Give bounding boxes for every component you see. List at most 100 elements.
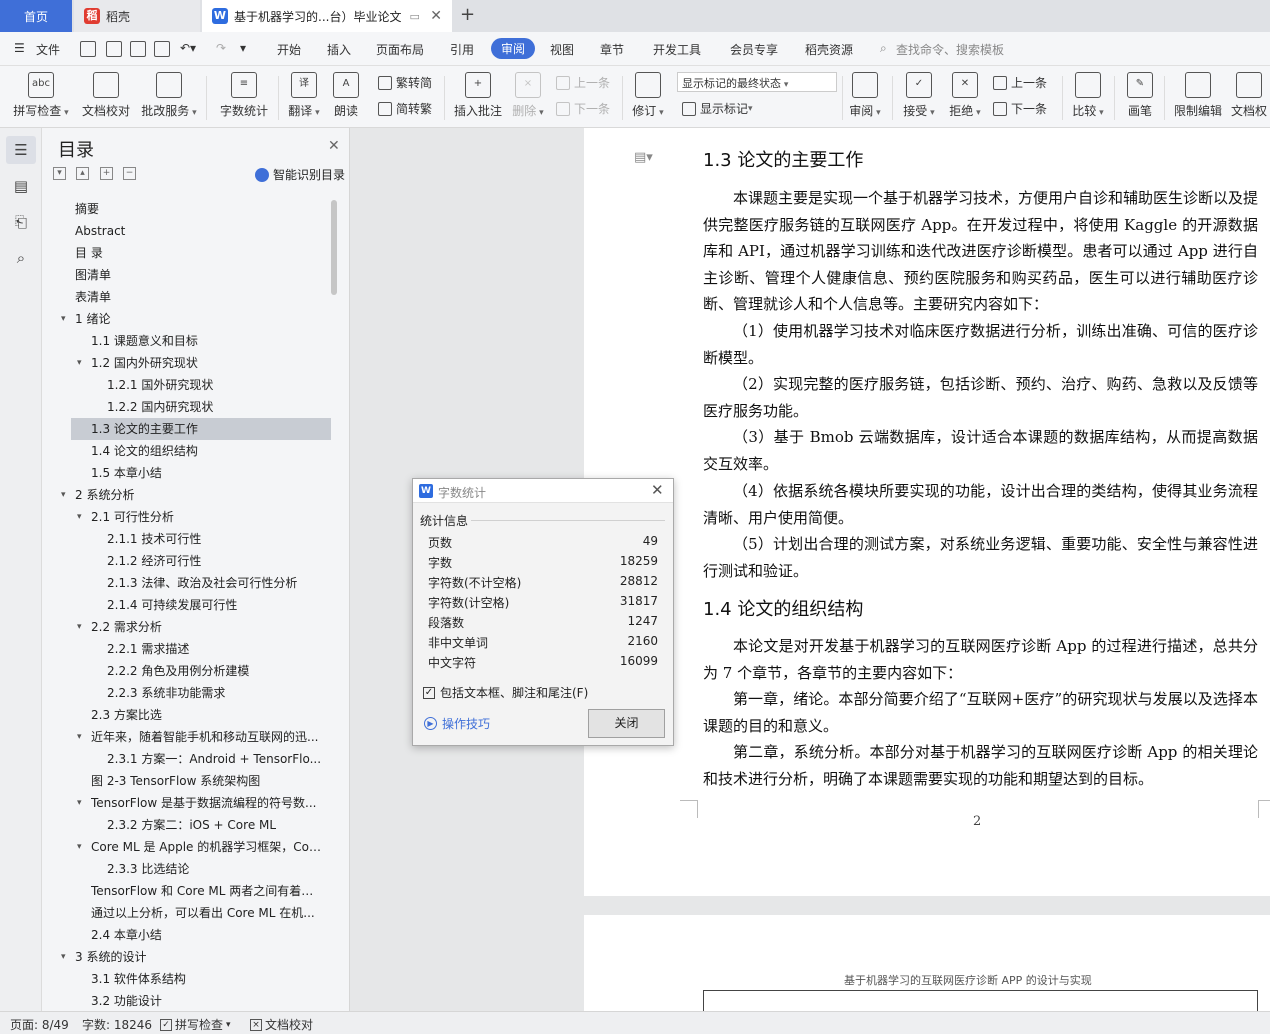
toc-item[interactable]: 1.2.1 国外研究现状 [107,374,322,396]
trad-to-simp-button[interactable]: 繁转简 [378,74,432,91]
menu-developer[interactable]: 开发工具 [653,41,701,58]
dialog-close-icon[interactable]: ✕ [651,481,664,499]
toc-item[interactable]: 2.3.3 比选结论 [107,858,322,880]
prev-comment-button[interactable]: 上一条 [556,74,610,91]
review-service-button[interactable]: 批改服务 [138,66,200,119]
toc-item[interactable]: 表清单 [75,286,322,308]
include-textbox-checkbox[interactable]: ✓ 包括文本框、脚注和尾注(F) [423,684,588,701]
smart-toc-button[interactable]: 智能识别目录 [255,166,345,183]
pen-button[interactable]: ✎ 画笔 [1122,66,1158,119]
redo-icon[interactable]: ↷ [216,41,226,55]
chapter-nav-icon[interactable]: ▤ [11,176,31,196]
menu-daoke-resource[interactable]: 稻壳资源 [805,41,853,58]
toc-add-icon[interactable]: + [100,167,113,180]
search-icon[interactable]: ⌕ [880,41,887,56]
doc-permission-button[interactable]: 文档权 [1228,66,1270,119]
toc-item[interactable]: TensorFlow 和 Core ML 两者之间有着很... [91,880,322,902]
chevron-down-icon[interactable]: ▾ [61,946,66,968]
next-change-button[interactable]: 下一条 [993,100,1047,117]
tab-home[interactable]: 首页 [0,0,72,32]
export-icon[interactable] [106,41,122,57]
undo-icon[interactable]: ↶▾ [180,41,196,55]
toc-item[interactable]: 1.3 论文的主要工作 [71,418,331,440]
toc-item[interactable]: 2 系统分析 [75,484,322,506]
restrict-edit-button[interactable]: 限制编辑 [1170,66,1226,119]
hamburger-icon[interactable]: ☰ [14,41,25,55]
menu-member[interactable]: 会员专享 [730,41,778,58]
toc-item[interactable]: 2.3 方案比选 [91,704,322,726]
command-search[interactable]: 查找命令、搜索模板 [896,41,1004,58]
print-icon[interactable] [130,41,146,57]
doc-sidebar-toggle-icon[interactable]: ▤▾ [634,150,653,165]
menu-review[interactable]: 审阅 [491,38,536,59]
insert-comment-button[interactable]: + 插入批注 [450,66,506,119]
toc-scrollbar[interactable] [331,200,337,295]
toc-item[interactable]: 2.3.2 方案二：iOS + Core ML [107,814,322,836]
bookmark-icon[interactable]: ⎗ [11,212,31,232]
doc-check-button[interactable]: 文档校对 [78,66,134,119]
menu-page-layout[interactable]: 页面布局 [376,41,424,58]
read-aloud-button[interactable]: A 朗读 [328,66,364,119]
menu-insert[interactable]: 插入 [327,41,351,58]
show-markup-button[interactable]: 显示标记 [682,100,753,117]
document-page[interactable]: 基于机器学习的互联网医疗诊断 APP 的设计与实现 [584,915,1270,1011]
save-icon[interactable] [80,41,96,57]
toc-item[interactable]: 2.1 可行性分析 [91,506,322,528]
menu-view[interactable]: 视图 [550,41,574,58]
toc-item[interactable]: 2.4 本章小结 [91,924,322,946]
document-page[interactable]: ▤▾ 1.3 论文的主要工作 本课题主要是实现一个基于机器学习技术，方便用户自诊… [584,128,1270,896]
dialog-titlebar[interactable]: W 字数统计 ✕ [413,479,673,503]
delete-comment-button[interactable]: × 删除 [508,66,548,119]
toc-item[interactable]: 2.1.1 技术可行性 [107,528,322,550]
toc-expand-icon[interactable]: ▴ [76,167,89,180]
chevron-down-icon[interactable]: ▾ [77,616,82,638]
toc-item[interactable]: 3.2 功能设计 [91,990,322,1011]
toc-item[interactable]: 1.5 本章小结 [91,462,322,484]
quick-access-dropdown-icon[interactable]: ▾ [240,41,246,55]
chevron-down-icon[interactable]: ▾ [77,352,82,374]
translate-button[interactable]: 译翻译 [284,66,324,119]
toc-item[interactable]: 目 录 [75,242,322,264]
monitor-icon[interactable]: ▭ [409,10,419,23]
accept-button[interactable]: ✓ 接受 [900,66,938,119]
prev-change-button[interactable]: 上一条 [993,74,1047,91]
toc-item[interactable]: Abstract [75,220,322,242]
toc-item[interactable]: 图清单 [75,264,322,286]
page-indicator[interactable]: 页面: 8/49 [10,1016,69,1033]
toc-item[interactable]: 2.3.1 方案一：Android + TensorFlo... [107,748,322,770]
chevron-down-icon[interactable]: ▾ [77,726,82,748]
chevron-down-icon[interactable]: ▾ [77,792,82,814]
toc-item[interactable]: 1.1 课题意义和目标 [91,330,322,352]
toc-item[interactable]: 图 2-3 TensorFlow 系统架构图 [91,770,322,792]
reject-button[interactable]: ✕ 拒绝 [946,66,984,119]
toc-item[interactable]: 2.1.3 法律、政治及社会可行性分析 [107,572,322,594]
toc-item[interactable]: 2.2.3 系统非功能需求 [107,682,322,704]
track-changes-button[interactable]: 修订 [628,66,668,119]
toc-close-icon[interactable]: ✕ [328,138,340,154]
toc-item[interactable]: 近年来，随着智能手机和移动互联网的迅... [91,726,322,748]
toc-item[interactable]: 通过以上分析，可以看出 Core ML 在机... [91,902,322,924]
toc-item[interactable]: 2.2 需求分析 [91,616,322,638]
spell-check-button[interactable]: abc 拼写检查 [10,66,72,119]
toc-collapse-icon[interactable]: ▾ [53,167,66,180]
print-preview-icon[interactable] [154,41,170,57]
tips-link[interactable]: ▶ 操作技巧 [424,715,490,732]
tab-daoke[interactable]: 稻 稻壳 [74,0,200,32]
toc-item[interactable]: TensorFlow 是基于数据流编程的符号数... [91,792,322,814]
close-button[interactable]: 关闭 [588,709,665,738]
menu-start[interactable]: 开始 [277,41,301,58]
toc-item[interactable]: 2.1.4 可持续发展可行性 [107,594,322,616]
simp-to-trad-button[interactable]: 简转繁 [378,100,432,117]
tab-close-icon[interactable]: ✕ [430,8,442,24]
menu-reference[interactable]: 引用 [450,41,474,58]
menu-chapter[interactable]: 章节 [600,41,624,58]
toc-panel-icon[interactable]: ☰ [6,136,36,164]
toc-item[interactable]: 2.2.2 角色及用例分析建模 [107,660,322,682]
new-tab-icon[interactable]: + [460,4,475,25]
chevron-down-icon[interactable]: ▾ [77,506,82,528]
toc-item[interactable]: 1.2.2 国内研究现状 [107,396,322,418]
markup-state-select[interactable]: 显示标记的最终状态 [677,72,837,92]
menu-file[interactable]: 文件 [36,41,60,58]
toc-item[interactable]: 1.2 国内外研究现状 [91,352,322,374]
toc-item[interactable]: 摘要 [75,198,322,220]
